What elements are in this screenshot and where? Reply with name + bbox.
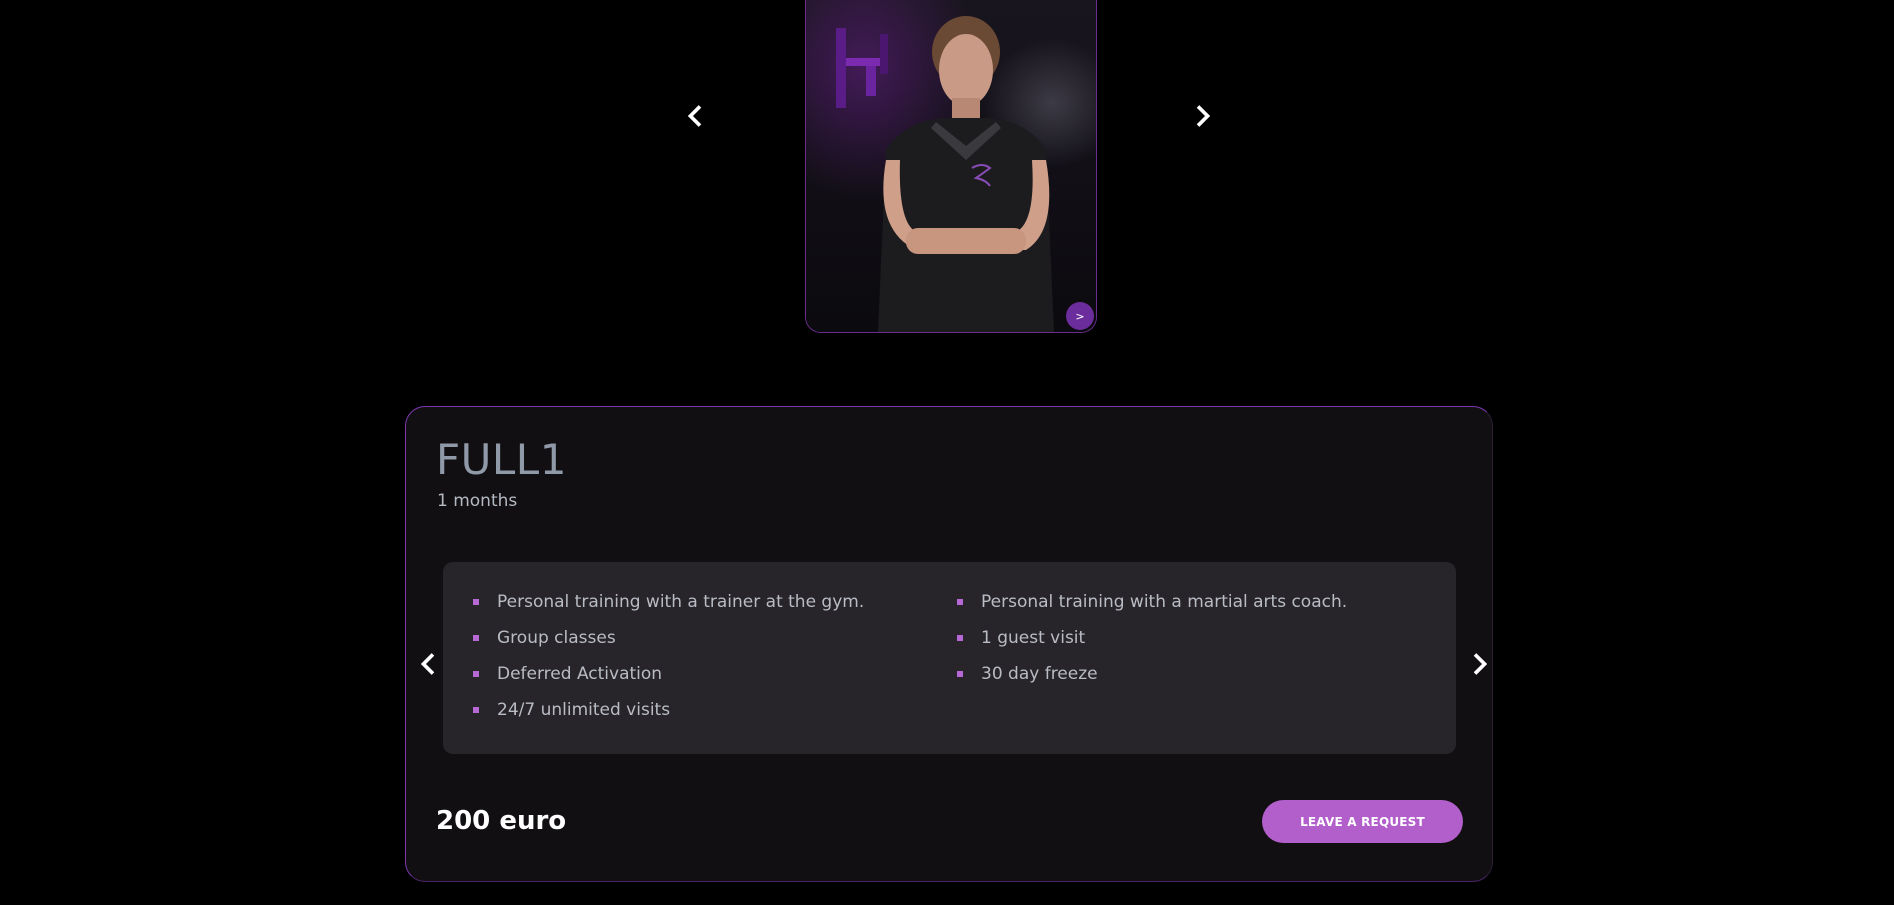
trainer-more-button[interactable]: >: [1066, 302, 1094, 330]
plan-price: 200 euro: [436, 806, 567, 836]
bullet-icon: [957, 635, 963, 641]
trainer-photo-card[interactable]: >: [805, 0, 1097, 333]
bullet-icon: [957, 599, 963, 605]
trainer-prev-button[interactable]: [681, 102, 709, 130]
membership-plan-card: FULL1 1 months Personal training with a …: [405, 406, 1493, 882]
chevron-left-icon: [420, 653, 435, 675]
feature-item: Deferred Activation: [473, 662, 864, 698]
bullet-icon: [473, 599, 479, 605]
feature-item: 30 day freeze: [957, 662, 1347, 698]
trainer-photo: [806, 0, 1096, 332]
bullet-icon: [473, 671, 479, 677]
feature-item: Personal training with a martial arts co…: [957, 590, 1347, 626]
chevron-right-icon: [1473, 653, 1488, 675]
page: > FULL1 1 months Personal training with …: [0, 0, 1894, 905]
feature-item: Group classes: [473, 626, 864, 662]
trainer-next-button[interactable]: [1189, 102, 1217, 130]
feature-item: 1 guest visit: [957, 626, 1347, 662]
feature-item: Personal training with a trainer at the …: [473, 590, 864, 626]
trainer-carousel: >: [0, 0, 1894, 340]
plan-duration: 1 months: [437, 491, 518, 511]
feature-item: 24/7 unlimited visits: [473, 698, 864, 734]
plan-next-button[interactable]: [1466, 650, 1494, 678]
bullet-icon: [957, 671, 963, 677]
trainer-figure: [878, 16, 1054, 332]
bullet-icon: [473, 635, 479, 641]
features-column-left: Personal training with a trainer at the …: [473, 590, 864, 734]
features-column-right: Personal training with a martial arts co…: [957, 590, 1347, 698]
plan-features: Personal training with a trainer at the …: [443, 562, 1456, 754]
chevron-left-icon: [687, 105, 702, 127]
chevron-right-icon: [1196, 105, 1211, 127]
plan-prev-button[interactable]: [414, 650, 442, 678]
leave-request-button[interactable]: LEAVE A REQUEST: [1262, 800, 1463, 843]
bullet-icon: [473, 707, 479, 713]
plan-title: FULL1: [436, 435, 567, 484]
